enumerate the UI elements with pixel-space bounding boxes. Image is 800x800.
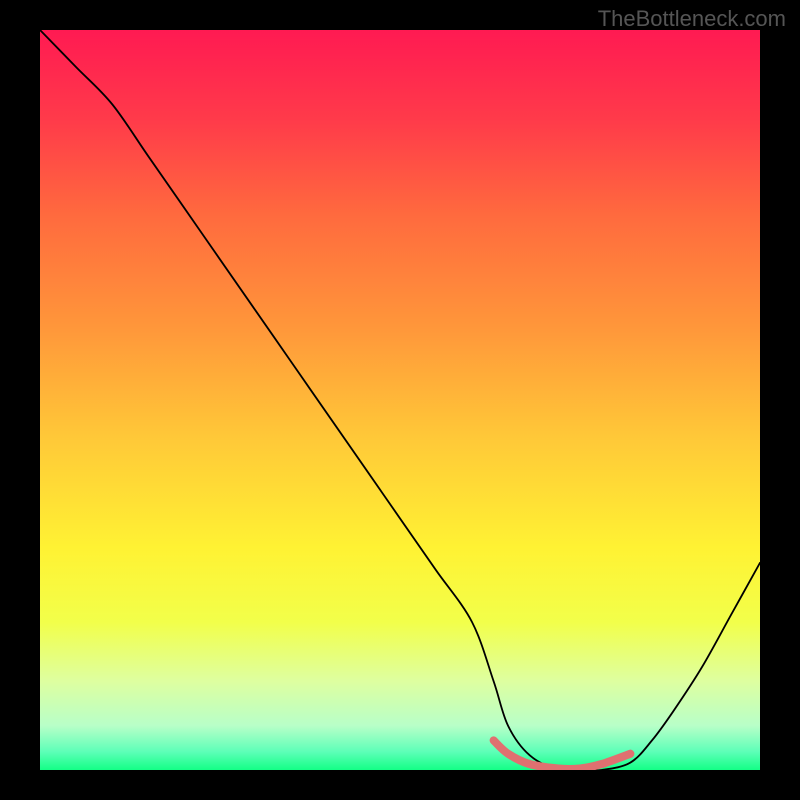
optimal-band (494, 740, 631, 769)
bottleneck-curve (40, 30, 760, 770)
chart-svg (40, 30, 760, 770)
watermark-text: TheBottleneck.com (598, 6, 786, 32)
plot-area (40, 30, 760, 770)
